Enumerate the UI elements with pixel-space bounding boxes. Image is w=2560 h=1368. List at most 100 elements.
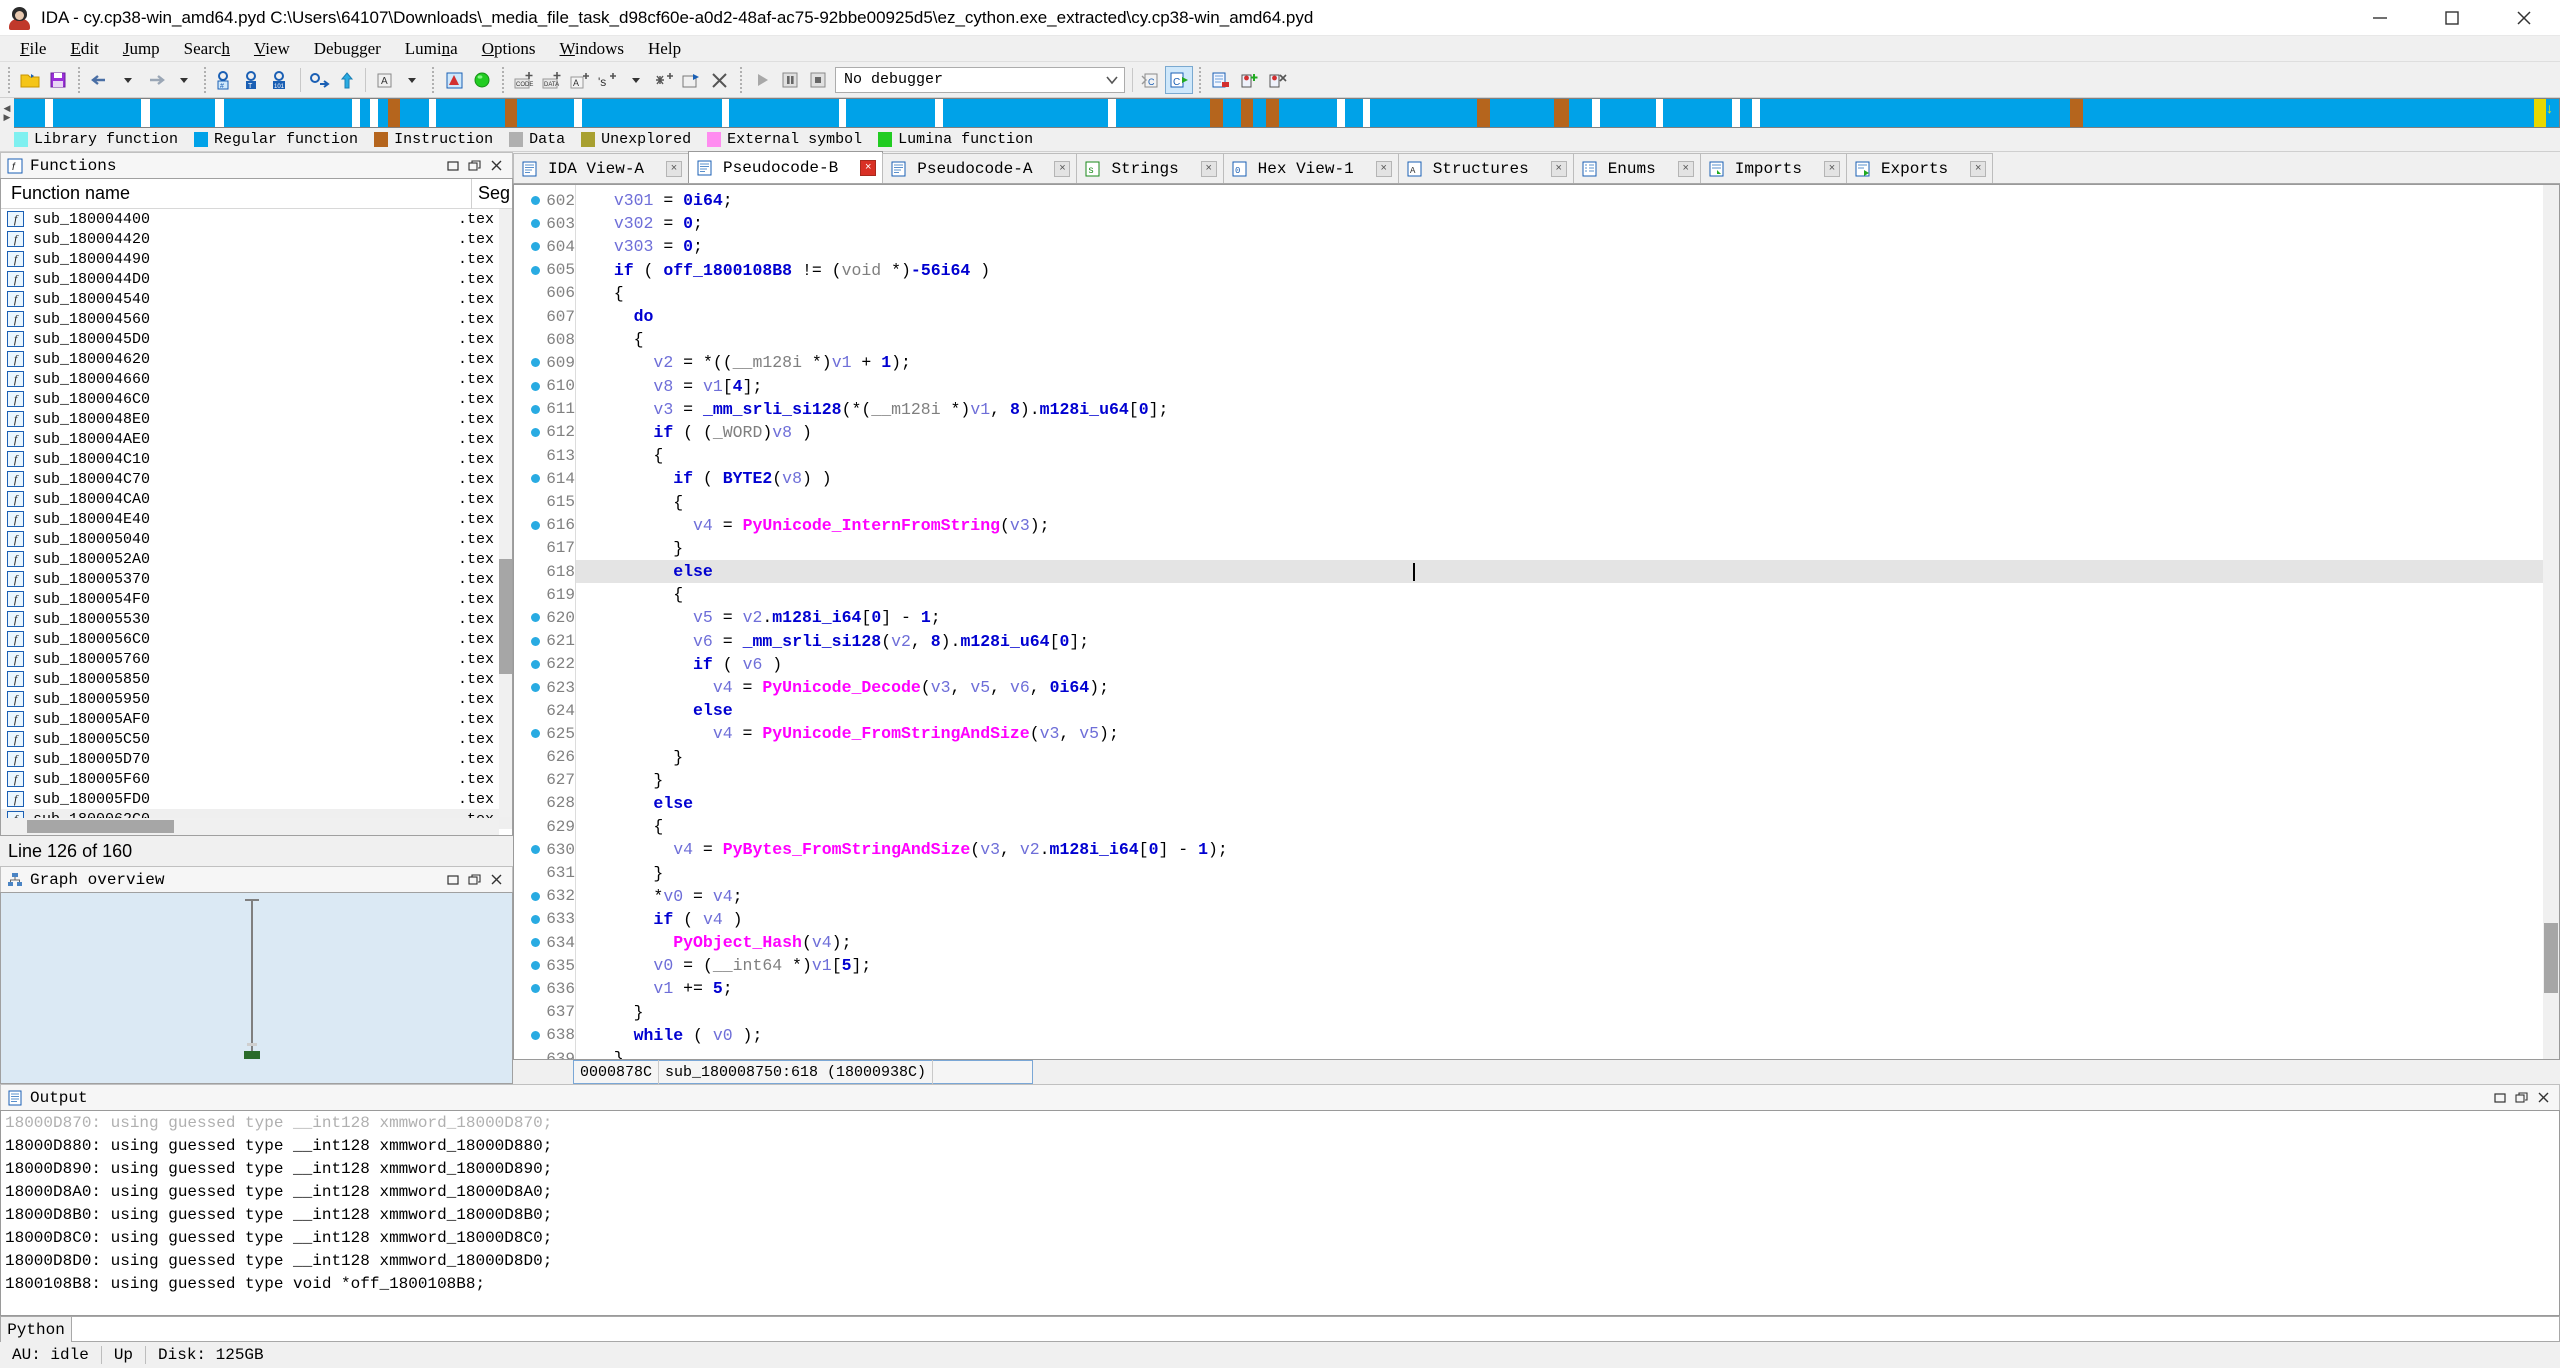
function-list-row[interactable]: f sub_180004AE0 .tex [1,429,512,449]
rename-dropdown-icon[interactable] [398,66,426,94]
toolbar-grip[interactable] [429,66,437,93]
jump-up-icon[interactable] [333,66,361,94]
make-array-icon[interactable]: A [566,66,594,94]
code-line[interactable]: { [576,583,2543,606]
tab-close-icon[interactable]: × [1375,160,1392,177]
tab-strings[interactable]: s Strings × [1076,153,1224,183]
gutter-row[interactable]: 637 [514,1001,575,1024]
code-line[interactable]: } [576,1001,2543,1024]
make-string-dropdown-icon[interactable] [622,66,650,94]
gutter-row[interactable]: 632 [514,885,575,908]
function-list-row[interactable]: f sub_180004CA0 .tex [1,489,512,509]
debug-run-icon[interactable] [748,66,776,94]
menu-item-edit[interactable]: Edit [58,37,110,61]
tab-exports[interactable]: Exports × [1845,153,1994,183]
python-tab[interactable]: Python [0,1316,72,1342]
make-code-icon[interactable]: CODE [510,66,538,94]
forward-dropdown-icon[interactable] [170,66,198,94]
toolbar-grip[interactable] [75,66,83,93]
code-line[interactable]: { [576,328,2543,351]
toolbar-grip[interactable] [201,66,209,93]
tab-pseudocode-a[interactable]: Pseudocode-A × [882,153,1078,183]
functions-rows[interactable]: f sub_180004400 .tex f sub_180004420 .tex f sub… [1,209,512,835]
breakpoint-marker-icon[interactable] [531,659,541,669]
tab-close-icon[interactable]: × [860,159,877,176]
function-list-row[interactable]: f sub_180004540 .tex [1,289,512,309]
code-line[interactable]: if ( (_WORD) v8 ) [576,421,2543,444]
code-line[interactable]: v301 = 0i64; [576,189,2543,212]
code-line[interactable]: do [576,305,2543,328]
breakpoint-marker-icon[interactable] [531,914,541,924]
gutter-row[interactable]: 619 [514,583,575,606]
code-line[interactable]: v4 = PyUnicode_InternFromString(v3); [576,514,2543,537]
code-line[interactable]: if ( v6 ) [576,653,2543,676]
function-list-row[interactable]: f sub_180005FD0 .tex [1,789,512,809]
make-data-icon[interactable]: DATA [538,66,566,94]
code-line[interactable]: } [576,1047,2543,1059]
python-input[interactable] [72,1316,2560,1342]
gutter-row[interactable]: 602 [514,189,575,212]
function-list-row[interactable]: f sub_180005370 .tex [1,569,512,589]
breakpoint-marker-icon[interactable] [531,961,541,971]
function-list-row[interactable]: f sub_1800045D0 .tex [1,329,512,349]
forward-arrow-icon[interactable] [142,66,170,94]
code-line[interactable]: else [576,560,2543,584]
gutter-row[interactable]: 634 [514,931,575,954]
undock-icon[interactable] [2511,1088,2533,1108]
functions-vertical-scroll-thumb[interactable] [499,559,512,674]
menu-item-jump[interactable]: Jump [111,37,172,61]
nav-arrows[interactable]: ◀ ▶ [0,98,14,128]
code-line[interactable]: * v0 = v4; [576,885,2543,908]
decompile-active-icon[interactable]: C [1165,65,1193,94]
gutter-row[interactable]: 630 [514,838,575,861]
breakpoint-marker-icon[interactable] [531,938,541,948]
function-list-row[interactable]: f sub_1800054F0 .tex [1,589,512,609]
search-next-icon[interactable] [305,66,333,94]
gutter-row[interactable]: 618 [514,560,575,583]
code-line[interactable]: if ( v4 ) [576,908,2543,931]
tab-close-icon[interactable]: × [1200,160,1217,177]
make-struct-icon[interactable] [650,66,678,94]
code-line[interactable]: } [576,769,2543,792]
nav-strip[interactable]: ↓ [14,98,2560,128]
maximize-icon[interactable] [2416,0,2488,36]
breakpoint-marker-icon[interactable] [531,358,541,368]
gutter-row[interactable]: 636 [514,977,575,1000]
search-text-icon[interactable]: T [240,66,268,94]
code-line[interactable]: { [576,815,2543,838]
warning-icon[interactable] [440,66,468,94]
gutter-row[interactable]: 617 [514,537,575,560]
toolbar-grip[interactable] [5,66,13,93]
make-string-icon[interactable]: 's [594,66,622,94]
code-line[interactable]: if ( off_1800108B8 != (void *) -56i64 ) [576,259,2543,282]
tab-close-icon[interactable]: × [1054,160,1071,177]
function-list-row[interactable]: f sub_180005F60 .tex [1,769,512,789]
code-line[interactable]: { [576,490,2543,513]
undefine-icon[interactable] [706,66,734,94]
code-line[interactable]: { [576,282,2543,305]
gutter-row[interactable]: 628 [514,792,575,815]
code-line[interactable]: v1 += 5; [576,977,2543,1000]
pseudocode-lines[interactable]: v301 = 0i64; v302 = 0; v303 = 0; if ( of… [576,185,2543,1059]
gutter-row[interactable]: 627 [514,769,575,792]
graph-overview-canvas[interactable] [0,892,513,1084]
debug-stop-icon[interactable] [804,66,832,94]
close-icon[interactable] [486,156,508,176]
function-list-row[interactable]: f sub_180004420 .tex [1,229,512,249]
function-list-row[interactable]: f sub_180004660 .tex [1,369,512,389]
function-list-row[interactable]: f sub_180005D70 .tex [1,749,512,769]
menu-item-search[interactable]: Search [172,37,242,61]
menu-item-file[interactable]: File [8,37,58,61]
pseudocode-vertical-scrollbar[interactable] [2543,185,2559,1059]
code-line[interactable]: else [576,699,2543,722]
close-icon[interactable] [2488,0,2560,36]
gutter-row[interactable]: 608 [514,328,575,351]
function-list-row[interactable]: f sub_180005040 .tex [1,529,512,549]
breakpoint-marker-icon[interactable] [531,729,541,739]
gutter-row[interactable]: 623 [514,676,575,699]
gutter-row[interactable]: 614 [514,467,575,490]
gutter-row[interactable]: 609 [514,351,575,374]
code-line[interactable]: if ( BYTE2(v8) ) [576,467,2543,490]
functions-horizontal-scroll-thumb[interactable] [27,820,174,833]
function-list-row[interactable]: f sub_180005530 .tex [1,609,512,629]
